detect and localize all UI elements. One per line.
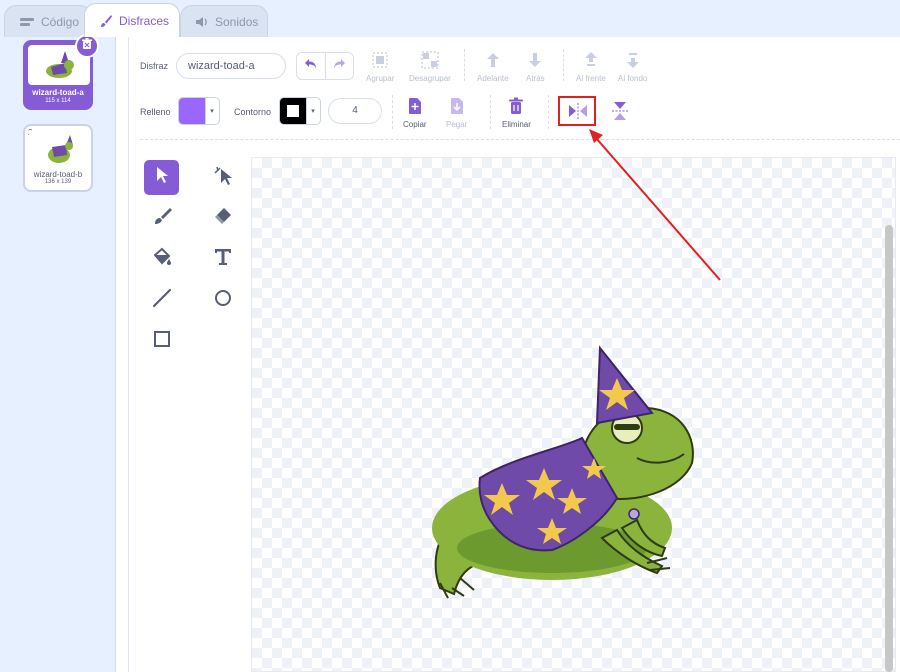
- chevron-down-icon: ▾: [205, 98, 218, 124]
- circle-tool[interactable]: [205, 283, 240, 318]
- bring-front-icon: [582, 51, 600, 71]
- tab-costumes-label: Disfraces: [119, 13, 170, 28]
- flip-horizontal-highlight: [558, 96, 596, 126]
- costume-name-input[interactable]: wizard-toad-a: [176, 53, 286, 79]
- fill-label: Relleno: [140, 107, 171, 117]
- costume-item-2[interactable]: 2 wizard-toad-b 136 x 139: [23, 124, 93, 192]
- forward-button[interactable]: Adelante: [477, 51, 509, 83]
- group-icon: [371, 51, 389, 71]
- copy-icon: [407, 97, 423, 117]
- ungroup-button[interactable]: Desagrupar: [409, 51, 451, 83]
- eraser-icon: [213, 206, 233, 231]
- undo-button[interactable]: [297, 53, 325, 79]
- delete-costume-button[interactable]: [75, 34, 99, 58]
- rectangle-tool[interactable]: [144, 324, 179, 359]
- costume-list: 1 wizard-toad-a 115 x 114 2: [0, 34, 116, 672]
- redo-button[interactable]: [324, 53, 353, 79]
- undo-redo-group: [296, 52, 354, 80]
- reshape-tool[interactable]: [205, 160, 240, 195]
- circle-tool-icon: [213, 288, 233, 313]
- chevron-down-icon: ▾: [306, 98, 319, 124]
- delete-shape-button[interactable]: Eliminar: [502, 97, 531, 129]
- arrow-down-icon: [526, 51, 544, 71]
- tab-sounds-label: Sonidos: [215, 15, 259, 29]
- outline-width-input[interactable]: 4: [328, 98, 382, 124]
- ungroup-icon: [421, 51, 439, 71]
- group-button[interactable]: Agrupar: [366, 51, 394, 83]
- paint-editor: Disfraz wizard-toad-a Agrupar Desagrupar…: [116, 37, 900, 672]
- tab-code[interactable]: Código: [4, 5, 92, 38]
- costume-size: 136 x 139: [44, 179, 72, 185]
- send-back-icon: [624, 51, 642, 71]
- text-tool-icon: [213, 247, 233, 272]
- line-tool[interactable]: [144, 283, 179, 318]
- tab-costumes[interactable]: Disfraces: [84, 3, 180, 37]
- trash-icon: [81, 37, 93, 55]
- costume-name: wizard-toad-a: [32, 88, 84, 97]
- reshape-icon: [213, 165, 233, 190]
- undo-icon: [304, 57, 318, 75]
- code-blocks-icon: [19, 16, 35, 28]
- speaker-icon: [195, 16, 209, 28]
- costume-thumbnail: [29, 130, 91, 170]
- trash-icon: [508, 97, 524, 117]
- paste-button[interactable]: Pegar: [446, 97, 467, 129]
- line-tool-icon: [152, 288, 172, 313]
- tab-sounds[interactable]: Sonidos: [180, 5, 268, 38]
- outline-label: Contorno: [234, 107, 272, 117]
- send-to-back-button[interactable]: Al fondo: [618, 51, 647, 83]
- tab-code-label: Código: [41, 15, 80, 29]
- rectangle-tool-icon: [152, 329, 172, 354]
- paste-icon: [449, 97, 465, 117]
- select-tool[interactable]: [144, 160, 179, 195]
- brush-icon: [152, 206, 172, 231]
- outline-swatch: [280, 98, 306, 124]
- brush-tool[interactable]: [144, 201, 179, 236]
- canvas-scrollbar[interactable]: [885, 225, 893, 672]
- eraser-tool[interactable]: [205, 201, 240, 236]
- flip-vertical-button[interactable]: [612, 101, 628, 123]
- paintbrush-icon: [99, 14, 113, 28]
- costume-item-1[interactable]: 1 wizard-toad-a 115 x 114: [23, 34, 99, 110]
- wizard-toad-drawing: [432, 345, 694, 599]
- flip-vertical-icon: [612, 101, 628, 123]
- costume-size: 115 x 114: [45, 98, 71, 104]
- costume-name: wizard-toad-b: [33, 170, 83, 179]
- costume-name-label: Disfraz: [140, 61, 169, 71]
- bring-to-front-button[interactable]: Al frente: [576, 51, 606, 83]
- drawing-canvas[interactable]: [251, 157, 896, 672]
- fill-color-picker[interactable]: ▾: [178, 97, 220, 125]
- outline-color-picker[interactable]: ▾: [279, 97, 321, 125]
- text-tool[interactable]: [205, 242, 240, 277]
- backward-button[interactable]: Atrás: [526, 51, 545, 83]
- select-arrow-icon: [154, 166, 170, 189]
- editor-tabs: Código Sonidos Disfraces: [0, 0, 900, 38]
- redo-icon: [332, 57, 346, 75]
- copy-button[interactable]: Copiar: [403, 97, 427, 129]
- fill-bucket-icon: [152, 247, 172, 272]
- fill-swatch: [179, 98, 205, 124]
- fill-tool[interactable]: [144, 242, 179, 277]
- arrow-up-icon: [484, 51, 502, 71]
